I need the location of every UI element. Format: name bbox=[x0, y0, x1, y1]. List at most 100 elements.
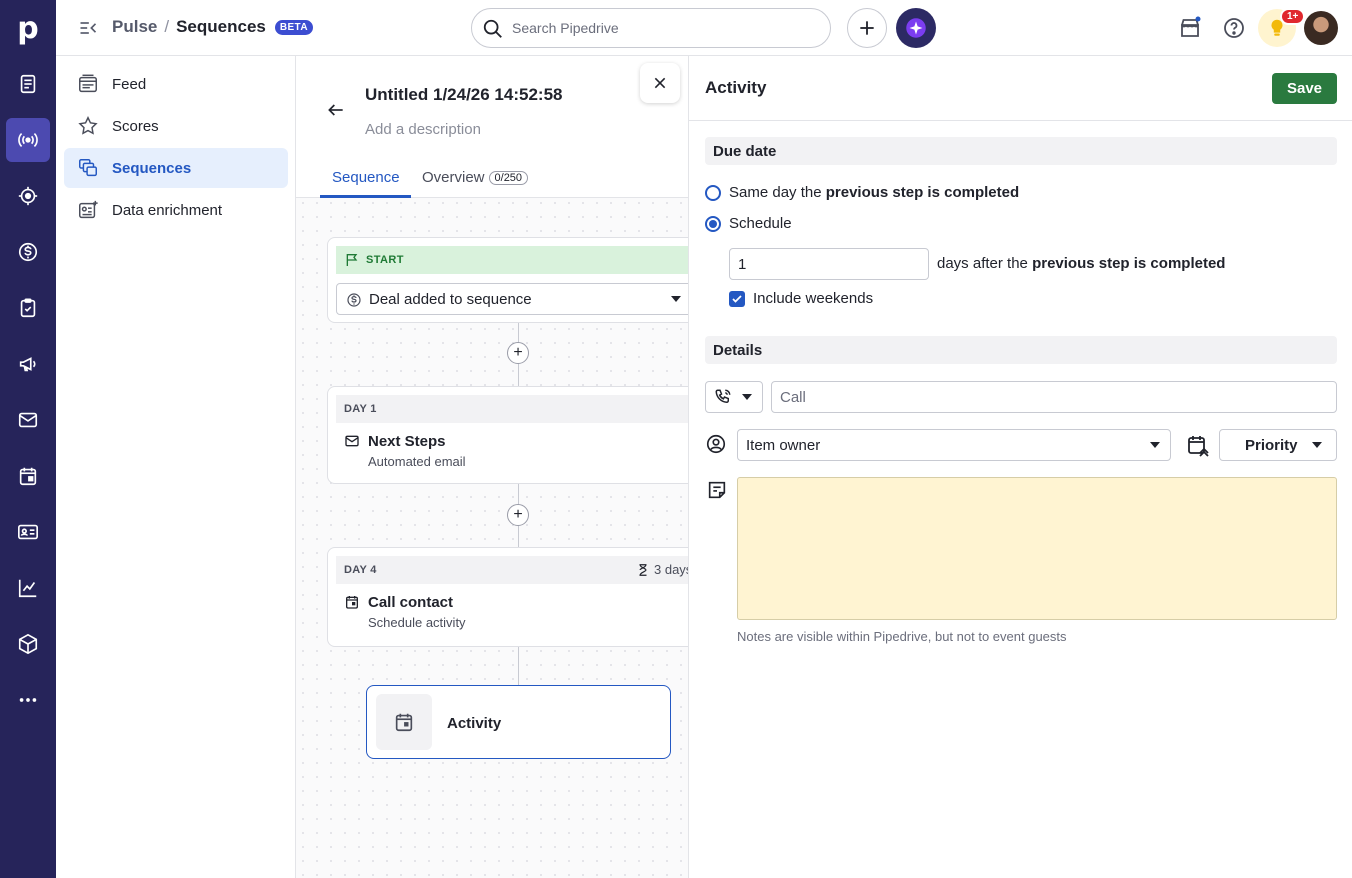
subnav-item-feed[interactable]: Feed bbox=[64, 64, 288, 104]
close-icon bbox=[654, 77, 666, 89]
tab-sequence[interactable]: Sequence bbox=[332, 169, 400, 186]
activity-icon-box bbox=[376, 694, 432, 750]
notification-badge: 1+ bbox=[1280, 8, 1306, 25]
chevron-down-icon bbox=[742, 394, 752, 400]
flag-icon bbox=[346, 254, 358, 266]
trigger-select[interactable]: Deal added to sequence bbox=[336, 283, 696, 315]
phone-icon bbox=[715, 389, 731, 404]
calendar-icon bbox=[395, 713, 413, 732]
rail-deals-icon[interactable] bbox=[0, 174, 56, 218]
option-schedule-label: Schedule bbox=[729, 215, 792, 232]
search-icon bbox=[483, 19, 502, 38]
radio-schedule[interactable] bbox=[705, 215, 721, 232]
start-band: START bbox=[336, 246, 706, 274]
subnav-label: Sequences bbox=[112, 159, 192, 177]
step-card-day-4[interactable]: DAY 4 3 days Call contact Schedule activ… bbox=[327, 547, 707, 647]
rail-contacts-icon[interactable] bbox=[0, 510, 56, 554]
tab-overview[interactable]: Overview 0/250 bbox=[422, 169, 529, 186]
beta-badge: BETA bbox=[274, 19, 313, 35]
chevron-down-icon bbox=[671, 296, 681, 302]
calendar-priority-icon[interactable] bbox=[1186, 433, 1210, 457]
notes-textarea[interactable] bbox=[737, 477, 1337, 620]
breadcrumb-pulse[interactable]: Pulse bbox=[112, 17, 157, 37]
step-title: Call contact bbox=[368, 594, 454, 611]
ai-assistant-button[interactable] bbox=[896, 8, 936, 48]
pulse-subnav: Feed Scores Sequences Data enrichment bbox=[56, 56, 296, 878]
start-label: START bbox=[366, 254, 404, 266]
include-weekends-checkbox[interactable] bbox=[729, 290, 745, 307]
subnav-item-data-enrichment[interactable]: Data enrichment bbox=[64, 190, 288, 230]
calendar-icon bbox=[346, 596, 358, 609]
hourglass-icon bbox=[639, 563, 647, 576]
chevron-down-icon bbox=[1150, 442, 1160, 448]
dollar-circle-icon bbox=[347, 293, 361, 307]
owner-select[interactable]: Item owner bbox=[737, 429, 1171, 461]
subject-input[interactable]: Call bbox=[771, 381, 1337, 413]
option-schedule[interactable]: Schedule bbox=[705, 215, 792, 232]
step-title: Next Steps bbox=[368, 433, 446, 450]
page-title: Sequences bbox=[176, 17, 266, 36]
new-step-label: Activity bbox=[447, 715, 502, 732]
sparkle-icon bbox=[906, 18, 926, 38]
priority-select[interactable]: Priority bbox=[1219, 429, 1337, 461]
option-same-day-bold: previous step is completed bbox=[825, 184, 1020, 201]
sequences-icon bbox=[79, 159, 97, 177]
details-section: Details bbox=[705, 336, 1337, 364]
radio-same-day[interactable] bbox=[705, 184, 721, 201]
rail-tasks-icon[interactable] bbox=[0, 286, 56, 330]
rail-money-icon[interactable] bbox=[0, 230, 56, 274]
collapse-menu-icon[interactable] bbox=[78, 18, 98, 38]
save-button[interactable]: Save bbox=[1272, 73, 1337, 104]
days-input[interactable]: 1 bbox=[729, 248, 929, 280]
subnav-label: Scores bbox=[112, 117, 159, 135]
mail-icon bbox=[345, 435, 359, 447]
subnav-label: Feed bbox=[112, 75, 147, 93]
add-step-button[interactable]: + bbox=[507, 342, 529, 364]
search-placeholder: Search Pipedrive bbox=[512, 20, 619, 36]
rail-more-icon[interactable] bbox=[0, 678, 56, 722]
rail-leads-icon[interactable] bbox=[0, 62, 56, 106]
option-same-day-prefix: Same day the bbox=[729, 184, 822, 201]
quick-add-button[interactable] bbox=[847, 8, 887, 48]
rail-pulse-icon[interactable] bbox=[6, 118, 50, 162]
notes-hint: Notes are visible within Pipedrive, but … bbox=[737, 629, 1067, 644]
user-avatar[interactable] bbox=[1304, 11, 1338, 45]
sequence-title[interactable]: Untitled 1/24/26 14:52:58 bbox=[365, 85, 562, 105]
activity-type-select[interactable] bbox=[705, 381, 763, 413]
priority-label: Priority bbox=[1245, 436, 1298, 454]
subnav-item-scores[interactable]: Scores bbox=[64, 106, 288, 146]
days-text-prefix: days after the bbox=[937, 255, 1028, 272]
plus-icon bbox=[860, 21, 874, 35]
step-card-day-1[interactable]: DAY 1 Next Steps Automated email bbox=[327, 386, 707, 484]
due-date-section: Due date bbox=[705, 137, 1337, 165]
include-weekends-toggle[interactable]: Include weekends bbox=[729, 290, 873, 307]
marketplace-icon[interactable] bbox=[1178, 16, 1202, 40]
start-card: START Deal added to sequence bbox=[327, 237, 707, 323]
subnav-item-sequences[interactable]: Sequences bbox=[64, 148, 288, 188]
rail-campaigns-icon[interactable] bbox=[0, 342, 56, 386]
rail-products-icon[interactable] bbox=[0, 622, 56, 666]
rail-calendar-icon[interactable] bbox=[0, 454, 56, 498]
description-input[interactable]: Add a description bbox=[365, 121, 481, 138]
overview-count-badge: 0/250 bbox=[488, 171, 529, 185]
scores-icon bbox=[78, 116, 98, 135]
step-subtitle: Schedule activity bbox=[368, 615, 466, 630]
panel-title: Activity bbox=[705, 78, 767, 97]
pipedrive-logo[interactable]: p bbox=[0, 0, 56, 56]
feed-icon bbox=[79, 74, 97, 93]
help-icon[interactable] bbox=[1222, 16, 1246, 40]
subnav-label: Data enrichment bbox=[112, 201, 223, 219]
search-input[interactable]: Search Pipedrive bbox=[471, 8, 831, 48]
sequence-header: Untitled 1/24/26 14:52:58 Add a descript… bbox=[296, 56, 688, 198]
back-arrow-icon[interactable] bbox=[326, 100, 346, 120]
rail-insights-icon[interactable] bbox=[0, 566, 56, 610]
connector-line bbox=[518, 646, 519, 686]
trigger-value: Deal added to sequence bbox=[369, 290, 532, 308]
close-panel-button[interactable] bbox=[640, 63, 680, 103]
breadcrumb-separator: / bbox=[164, 17, 170, 36]
add-step-button[interactable]: + bbox=[507, 504, 529, 526]
new-activity-step-card[interactable]: Activity bbox=[366, 685, 671, 759]
rail-mail-icon[interactable] bbox=[0, 398, 56, 442]
option-same-day[interactable]: Same day the previous step is completed bbox=[705, 184, 1019, 201]
tab-overview-label: Overview bbox=[422, 169, 485, 186]
